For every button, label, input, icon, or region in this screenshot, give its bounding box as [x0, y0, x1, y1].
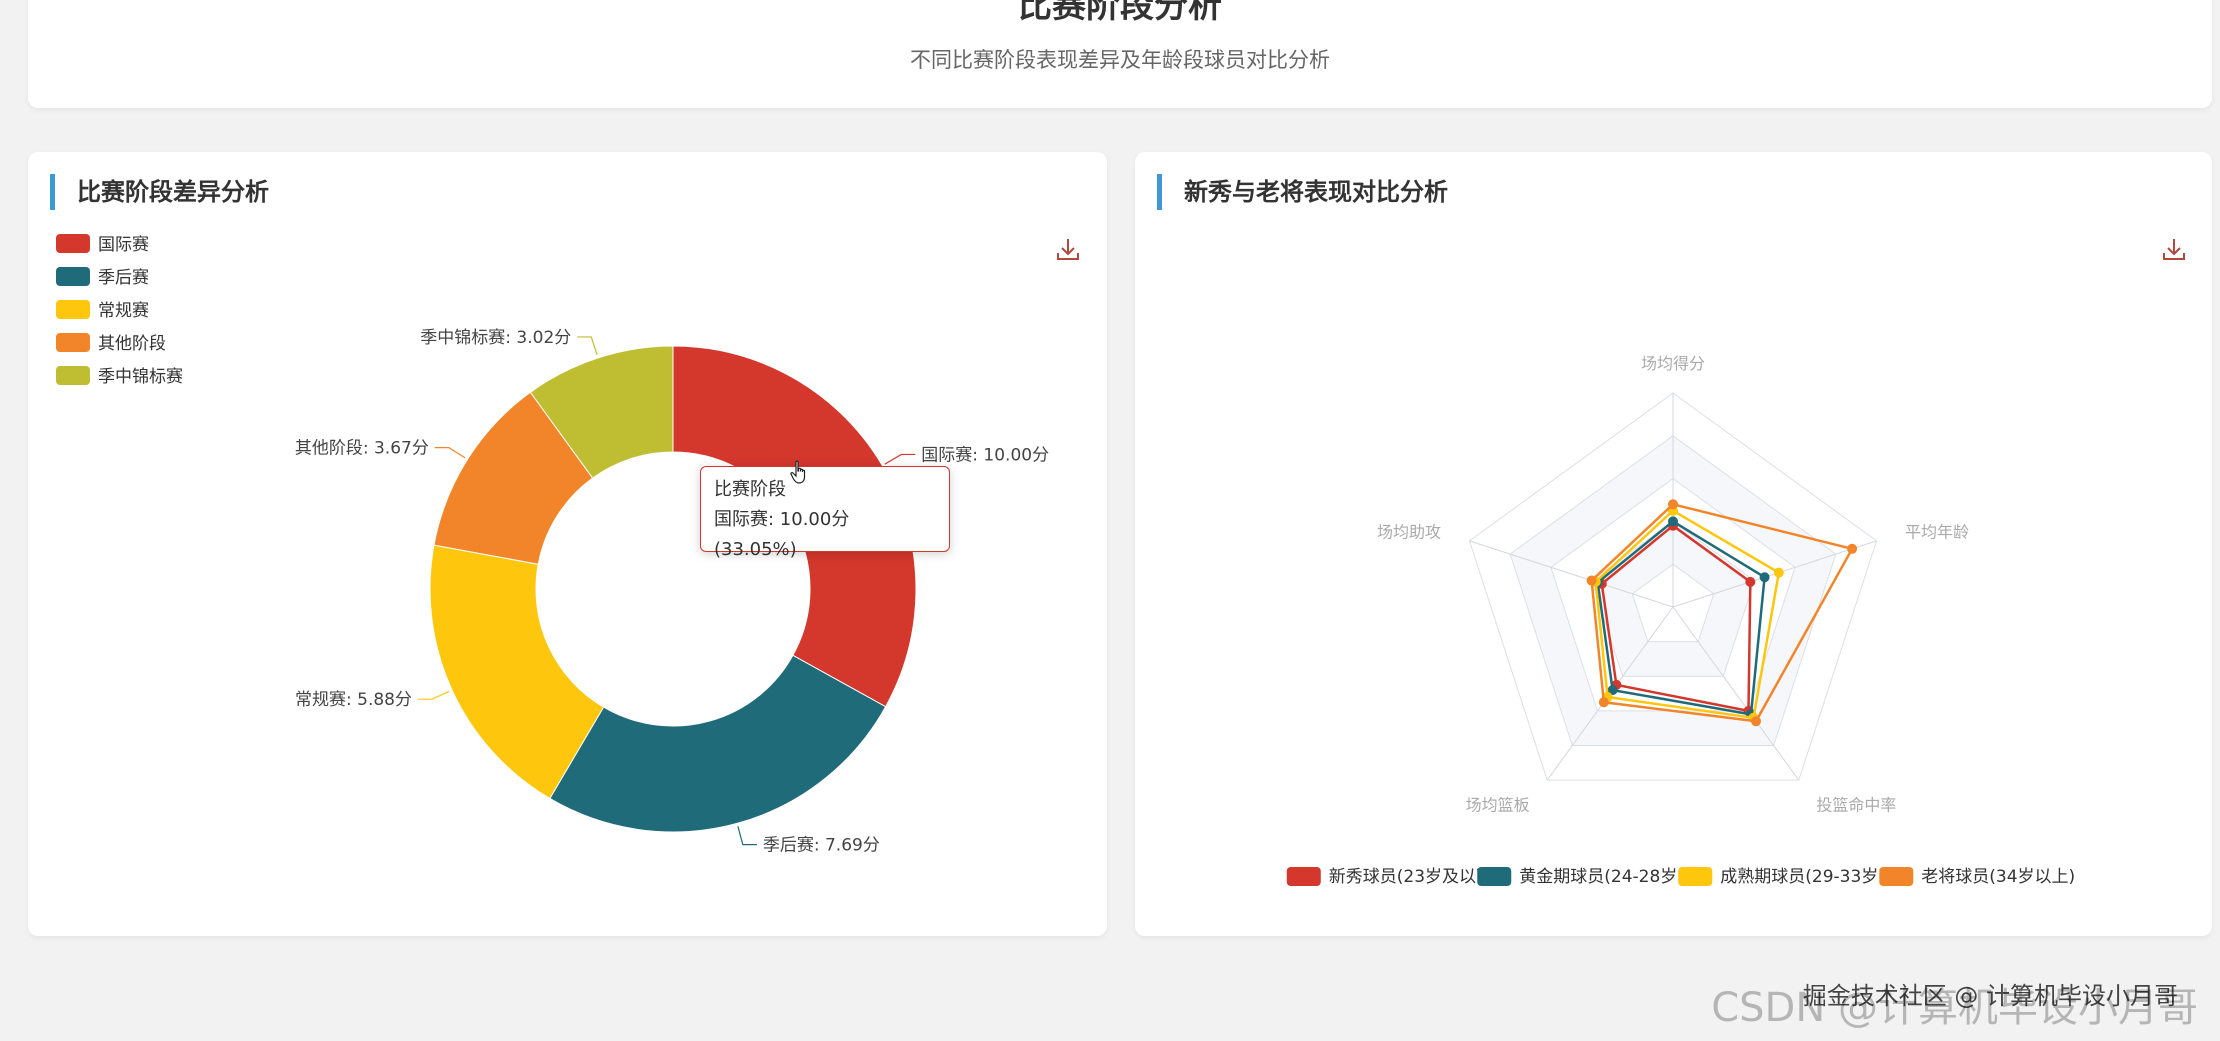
pie-leader-line	[737, 826, 757, 846]
legend-swatch	[56, 333, 90, 352]
radar-point	[1668, 499, 1678, 510]
pie-chart-title: 比赛阶段差异分析	[50, 174, 269, 210]
legend-item[interactable]: 黄金期球员(24-28岁)	[1519, 867, 1684, 887]
pie-leader-line	[577, 336, 598, 356]
pie-data-label: 国际赛: 10.00分	[921, 444, 1049, 465]
page-subtitle: 不同比赛阶段表现差异及年龄段球员对比分析	[910, 48, 1330, 72]
legend-swatch	[1286, 867, 1321, 886]
legend-item[interactable]: 成熟期球员(29-33岁)	[1720, 866, 1885, 887]
radar-point	[1773, 567, 1784, 578]
radar-axis-label: 场均得分	[1641, 354, 1705, 373]
radar-point	[1847, 543, 1858, 554]
page-title: 比赛阶段分析	[1018, 0, 1222, 26]
radar-point	[1751, 716, 1762, 727]
radar-point	[1759, 572, 1770, 583]
legend-swatch	[56, 267, 90, 286]
radar-point	[1745, 576, 1756, 587]
legend-swatch	[56, 300, 90, 319]
legend-item[interactable]: 新秀球员(23岁及以下)	[1329, 867, 1500, 887]
legend-swatch	[56, 234, 90, 253]
download-icon[interactable]	[2160, 235, 2188, 263]
legend-item[interactable]: 国际赛	[98, 234, 149, 255]
pie-data-label: 常规赛: 5.88分	[295, 689, 412, 710]
tooltip-text: 国际赛: 10.00分 (33.05%)	[714, 509, 850, 560]
pie-data-label: 季后赛: 7.69分	[763, 835, 880, 856]
tooltip-title: 比赛阶段	[714, 479, 786, 500]
radar-axis-label: 场均篮板	[1466, 795, 1530, 814]
radar-point	[1668, 516, 1678, 527]
pie-leader-line	[417, 690, 450, 700]
pie-data-label: 其他阶段: 3.67分	[295, 439, 429, 459]
radar-axis-label: 投篮命中率	[1816, 795, 1896, 814]
legend-swatch	[1678, 867, 1713, 886]
radar-chart-card: 场均得分平均年龄投篮命中率 场均篮板 场均助攻新秀球员(23岁及以下) 黄金期球员(2…	[1135, 152, 2212, 936]
legend-item[interactable]: 季中锦标赛	[98, 366, 183, 387]
watermark-text: CSDN @计算机毕设小月哥	[1711, 985, 2198, 1031]
radar-point	[1598, 697, 1609, 708]
header-card: 比赛阶段分析 不同比赛阶段表现差异及年龄段球员对比分析	[28, 0, 2212, 108]
radar-chart[interactable]: 场均得分平均年龄投篮命中率 场均篮板 场均助攻新秀球员(23岁及以下) 黄金期球员(2…	[1135, 152, 2212, 936]
radar-axis-label: 平均年龄	[1905, 523, 1969, 542]
radar-chart-title: 新秀与老将表现对比分析	[1157, 174, 1448, 210]
pie-leader-line	[884, 453, 916, 465]
legend-item[interactable]: 季后赛	[98, 267, 149, 288]
legend-swatch	[1477, 867, 1512, 886]
radar-axis-label: 场均助攻	[1377, 523, 1441, 542]
legend-item[interactable]: 其他阶段	[98, 334, 166, 354]
legend-item[interactable]: 老将球员(34岁以上)	[1921, 867, 2075, 887]
pie-leader-line	[434, 447, 466, 459]
radar-point	[1586, 575, 1597, 586]
legend-swatch	[56, 366, 90, 385]
pie-slice[interactable]	[549, 654, 887, 833]
pie-data-label: 季中锦标赛: 3.02分	[420, 327, 571, 348]
hand-cursor-icon	[790, 460, 806, 484]
download-icon[interactable]	[1054, 235, 1082, 263]
legend-item[interactable]: 常规赛	[98, 300, 149, 321]
pie-tooltip: 比赛阶段 国际赛: 10.00分 (33.05%)	[700, 466, 950, 560]
legend-swatch	[1879, 867, 1914, 886]
